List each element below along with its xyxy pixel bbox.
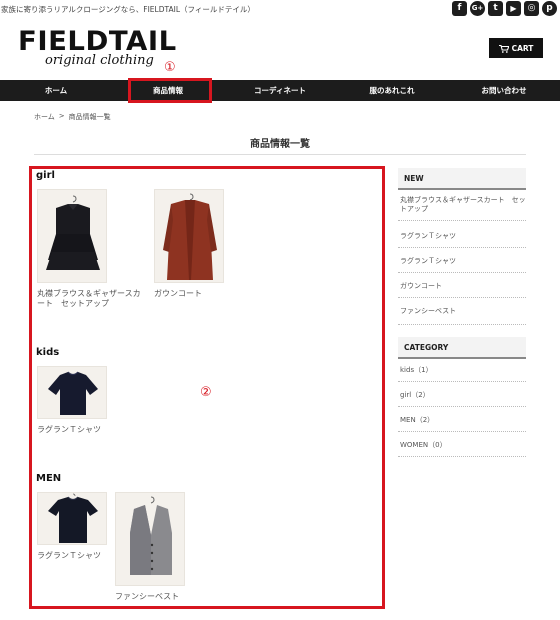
sidebar-new-item[interactable]: ラグランＴシャツ (398, 232, 526, 248)
product-image[interactable] (37, 492, 107, 545)
product-card[interactable]: ガウンコート (154, 189, 234, 299)
section-title-kids: kids (36, 347, 60, 358)
product-image[interactable] (154, 189, 224, 283)
site-logo[interactable]: FIELDTAIL original clothing (18, 26, 177, 68)
section-title-girl: girl (36, 170, 55, 181)
product-name[interactable]: ラグランＴシャツ (37, 425, 117, 435)
nav-item-home[interactable]: ホーム (0, 80, 112, 101)
product-card[interactable]: ラグランＴシャツ (37, 366, 117, 435)
men-tshirt-image (38, 493, 106, 544)
breadcrumb: ホーム > 商品情報一覧 (34, 112, 111, 122)
annotation-marker-2: ② (200, 385, 212, 400)
youtube-icon[interactable]: ▶ (506, 1, 521, 16)
nav-item-clothing-notes[interactable]: 服のあれこれ (336, 80, 448, 101)
black-dress-image (38, 190, 106, 282)
instagram-icon[interactable]: ◎ (524, 1, 539, 16)
top-bar: 家族に寄り添うリアルクロージングなら、FIELDTAIL（フィールドテイル） f… (0, 0, 560, 20)
social-links: f G+ t ▶ ◎ p (452, 1, 557, 16)
product-card[interactable]: 丸襟ブラウス＆ギャザースカート セットアップ (37, 189, 147, 309)
facebook-icon[interactable]: f (452, 1, 467, 16)
product-image[interactable] (37, 366, 107, 419)
product-card[interactable]: ラグランＴシャツ (37, 492, 112, 561)
product-image[interactable] (37, 189, 107, 283)
product-card[interactable]: ファンシーベスト (115, 492, 195, 602)
sidebar-new-heading: NEW (398, 168, 526, 190)
sidebar-new-item[interactable]: 丸襟ブラウス＆ギャザースカート セットアップ (398, 196, 526, 221)
main-nav: ホーム 商品情報 コーディネート 服のあれこれ お問い合わせ (0, 80, 560, 101)
sidebar-category-item[interactable]: kids（1） (398, 366, 526, 382)
cart-icon (498, 44, 509, 53)
gown-coat-image (155, 190, 223, 282)
breadcrumb-current: 商品情報一覧 (68, 113, 111, 121)
product-name[interactable]: ファンシーベスト (115, 592, 195, 602)
product-image[interactable] (115, 492, 185, 586)
site-tagline: 家族に寄り添うリアルクロージングなら、FIELDTAIL（フィールドテイル） (1, 5, 255, 14)
section-title-men: MEN (36, 473, 62, 484)
sidebar-category-item[interactable]: girl（2） (398, 391, 526, 407)
product-name[interactable]: ラグランＴシャツ (37, 551, 112, 561)
tweed-vest-image (116, 493, 184, 585)
cart-label: CART (511, 43, 534, 53)
sidebar-category-item[interactable]: MEN（2） (398, 416, 526, 432)
nav-item-coordinate[interactable]: コーディネート (224, 80, 336, 101)
sidebar-new-item[interactable]: ラグランＴシャツ (398, 257, 526, 273)
kids-tshirt-image (38, 367, 106, 418)
logo-wordmark: FIELDTAIL (18, 26, 177, 57)
breadcrumb-home[interactable]: ホーム (34, 112, 55, 122)
product-name[interactable]: ガウンコート (154, 289, 234, 299)
nav-item-contact[interactable]: お問い合わせ (448, 80, 560, 101)
pinterest-icon[interactable]: p (542, 1, 557, 16)
sidebar-category-item[interactable]: WOMEN（0） (398, 441, 526, 457)
nav-highlight-box (128, 78, 212, 103)
sidebar-new-item[interactable]: ガウンコート (398, 282, 526, 298)
product-name[interactable]: 丸襟ブラウス＆ギャザースカート セットアップ (37, 289, 147, 309)
google-plus-icon[interactable]: G+ (470, 1, 485, 16)
annotation-marker-1: ① (164, 60, 176, 75)
sidebar-category-heading: CATEGORY (398, 337, 526, 359)
breadcrumb-separator: > (58, 112, 65, 120)
page-title: 商品情報一覧 (250, 139, 310, 150)
cart-button[interactable]: CART (489, 38, 543, 58)
sidebar-new-item[interactable]: ファンシーベスト (398, 307, 526, 325)
twitter-icon[interactable]: t (488, 1, 503, 16)
title-divider (34, 154, 526, 155)
